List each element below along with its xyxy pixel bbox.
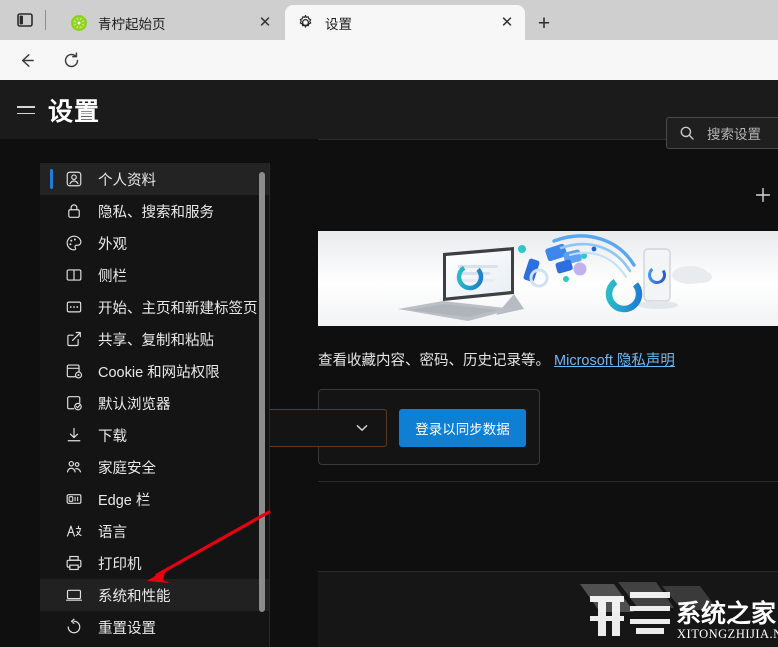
browser-window: 青柠起始页 ✕ 设置 ✕ + 设置 查看收藏内容、密码、历史记录等。 Micro… [0, 0, 778, 647]
sync-description-text: 查看收藏内容、密码、历史记录等。 [318, 353, 550, 369]
signin-sync-button[interactable]: 登录以同步数据 [399, 409, 526, 447]
new-tab-button[interactable]: + [530, 9, 558, 37]
reset-icon [64, 617, 84, 637]
sidebar-item-printers[interactable]: 打印机 [40, 547, 269, 579]
sidebar-label: 下载 [98, 428, 127, 445]
selection-accent [50, 169, 53, 189]
profile-icon [64, 169, 84, 189]
sidebar-label: 隐私、搜索和服务 [98, 204, 214, 221]
content-divider-1 [318, 481, 778, 482]
sidebar-item-cookies-permissions[interactable]: Cookie 和网站权限 [40, 355, 269, 387]
sidebar-item-edge-bar[interactable]: Edge 栏 [40, 483, 269, 515]
reload-button[interactable] [57, 46, 85, 74]
tab-actions-icon[interactable] [16, 11, 34, 29]
sidebar-item-sidebar[interactable]: 侧栏 [40, 259, 269, 291]
browser-toolbar: Edge edge://settings/profiles 1.00 [0, 40, 778, 115]
tab-item-1[interactable]: 设置 ✕ [285, 5, 525, 40]
sidebar-label: 系统和性能 [98, 588, 171, 605]
tab-title-1: 设置 [325, 16, 352, 32]
watermark-text-cn: 系统之家 [676, 599, 776, 628]
sidebar-item-default-browser[interactable]: 默认浏览器 [40, 387, 269, 419]
sidebar-label: 打印机 [98, 556, 142, 573]
sidebar-label: 外观 [98, 236, 127, 253]
sidebar-item-downloads[interactable]: 下载 [40, 419, 269, 451]
edge-bar-icon [64, 489, 84, 509]
sidebar-item-system-performance[interactable]: 系统和性能 [40, 579, 269, 611]
search-settings-box[interactable]: 搜索设置 [666, 117, 778, 149]
sidebar-label: 语言 [98, 524, 127, 541]
back-button[interactable] [12, 46, 40, 74]
sidebar-label: 开始、主页和新建标签页 [98, 300, 258, 317]
sync-card: 登录以同步数据 [187, 389, 540, 465]
watermark: 系统之家 XITONGZHIJIA.NET [578, 578, 778, 644]
devices-sync-illustration [318, 231, 778, 326]
hamburger-menu-icon[interactable] [14, 98, 38, 122]
tab-close-button-1[interactable]: ✕ [495, 11, 519, 35]
search-input[interactable]: 搜索设置 [707, 123, 761, 143]
tab-title-0: 青柠起始页 [98, 16, 166, 32]
sidebar-scrollbar-thumb[interactable] [259, 172, 265, 612]
page-title: 设置 [48, 98, 101, 126]
lock-icon [64, 201, 84, 221]
sidebar-label: 个人资料 [98, 172, 156, 189]
sidebar-label: 侧栏 [98, 268, 127, 285]
plus-icon [754, 186, 772, 204]
sidebar-scrollbar[interactable] [258, 163, 266, 631]
default-browser-icon [64, 393, 84, 413]
system-performance-icon [64, 585, 84, 605]
tab-strip: 青柠起始页 ✕ 设置 ✕ + [0, 0, 778, 40]
sidebar-panel-icon [64, 265, 84, 285]
tab-item-0[interactable]: 青柠起始页 ✕ [58, 5, 283, 40]
sidebar-item-languages[interactable]: 语言 [40, 515, 269, 547]
sync-description: 查看收藏内容、密码、历史记录等。 Microsoft 隐私声明 [318, 349, 778, 370]
sidebar-item-start-home-newtab[interactable]: 开始、主页和新建标签页 [40, 291, 269, 323]
sidebar-item-share-copy-paste[interactable]: 共享、复制和粘贴 [40, 323, 269, 355]
tab-close-button-0[interactable]: ✕ [253, 11, 277, 35]
sidebar-label: 默认浏览器 [98, 396, 171, 413]
sidebar-item-reset-settings[interactable]: 重置设置 [40, 611, 269, 643]
cookie-permissions-icon [64, 361, 84, 381]
sidebar-item-family-safety[interactable]: 家庭安全 [40, 451, 269, 483]
tab-strip-divider [45, 10, 46, 30]
add-profile-row[interactable]: 添加 [318, 177, 778, 213]
gear-icon [297, 14, 315, 32]
palette-icon [64, 233, 84, 253]
printer-icon [64, 553, 84, 573]
search-icon [679, 125, 695, 141]
sidebar-label: Edge 栏 [98, 492, 151, 509]
home-tab-icon [64, 297, 84, 317]
settings-content: 添加 [187, 139, 778, 647]
sidebar-item-appearance[interactable]: 外观 [40, 227, 269, 259]
family-icon [64, 457, 84, 477]
sidebar-label: 重置设置 [98, 620, 156, 637]
language-icon [64, 521, 84, 541]
lime-icon [70, 14, 88, 32]
sidebar-label: 家庭安全 [98, 460, 156, 477]
sidebar-item-privacy[interactable]: 隐私、搜索和服务 [40, 195, 269, 227]
share-icon [64, 329, 84, 349]
watermark-text-en: XITONGZHIJIA.NET [677, 627, 778, 641]
chevron-down-icon [354, 420, 370, 436]
sidebar-label: Cookie 和网站权限 [98, 364, 220, 381]
settings-sidebar: 个人资料 隐私、搜索和服务 外观 侧栏 开始、主页和新建标签页 共享、复制和粘贴… [40, 163, 270, 647]
settings-header: 设置 [0, 80, 778, 139]
sidebar-label: 共享、复制和粘贴 [98, 332, 214, 349]
privacy-statement-link[interactable]: Microsoft 隐私声明 [554, 353, 675, 369]
sidebar-item-profile[interactable]: 个人资料 [40, 163, 269, 195]
download-icon [64, 425, 84, 445]
